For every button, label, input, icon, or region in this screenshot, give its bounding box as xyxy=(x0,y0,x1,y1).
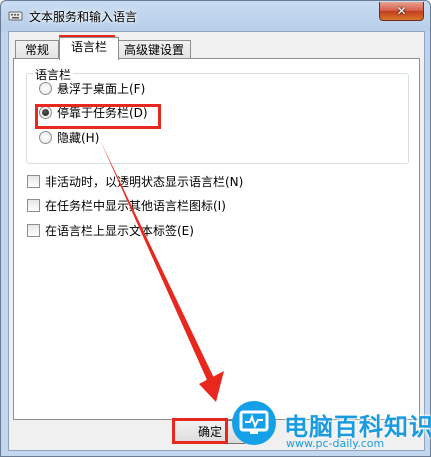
checkbox[interactable] xyxy=(27,198,40,212)
radio-label: 停靠于任务栏(D) xyxy=(57,105,148,120)
dialog-window: 文本服务和输入语言 ✕ 常规 语言栏 高级键设置 语言栏 悬浮于桌面上(F) 停… xyxy=(0,0,431,457)
checkbox[interactable] xyxy=(27,223,40,237)
dialog-client: 常规 语言栏 高级键设置 语言栏 悬浮于桌面上(F) 停靠于任务栏(D) 隐藏(… xyxy=(8,31,425,451)
window-title: 文本服务和输入语言 xyxy=(29,10,138,24)
checkbox-show-extra-icons[interactable]: 在任务栏中显示其他语言栏图标(I) xyxy=(27,197,226,213)
radio-hidden[interactable]: 隐藏(H) xyxy=(39,129,99,145)
radio-button[interactable] xyxy=(39,81,52,95)
checkbox-show-text-labels[interactable]: 在语言栏上显示文本标签(E) xyxy=(27,222,194,238)
radio-button[interactable] xyxy=(39,105,52,119)
close-button[interactable]: ✕ xyxy=(379,2,424,21)
watermark: 电脑百科知识 www.pc-daily.com xyxy=(226,395,431,455)
checkbox[interactable] xyxy=(27,174,40,188)
watermark-url: www.pc-daily.com xyxy=(286,437,385,450)
monitor-icon xyxy=(239,410,269,434)
close-icon: ✕ xyxy=(396,4,407,18)
radio-button[interactable] xyxy=(39,130,52,144)
tab-general[interactable]: 常规 xyxy=(15,40,59,59)
radio-docked-in-taskbar[interactable]: 停靠于任务栏(D) xyxy=(39,104,148,120)
checkbox-label: 在任务栏中显示其他语言栏图标(I) xyxy=(45,198,226,213)
watermark-logo xyxy=(232,401,276,445)
checkbox-label: 非活动时，以透明状态显示语言栏(N) xyxy=(45,174,244,189)
radio-float-on-desktop[interactable]: 悬浮于桌面上(F) xyxy=(39,80,145,96)
tab-panel-language-bar: 语言栏 悬浮于桌面上(F) 停靠于任务栏(D) 隐藏(H) 非活动时，以透明状态… xyxy=(13,58,420,420)
tab-advanced-key-settings[interactable]: 高级键设置 xyxy=(117,40,191,59)
checkbox-label: 在语言栏上显示文本标签(E) xyxy=(45,223,194,238)
tab-language-bar[interactable]: 语言栏 xyxy=(59,37,119,60)
radio-label: 隐藏(H) xyxy=(57,130,100,145)
checkbox-transparent-when-inactive[interactable]: 非活动时，以透明状态显示语言栏(N) xyxy=(27,173,243,189)
language-bar-group: 语言栏 悬浮于桌面上(F) 停靠于任务栏(D) 隐藏(H) xyxy=(26,66,409,164)
title-bar[interactable]: 文本服务和输入语言 ✕ xyxy=(1,1,430,31)
radio-label: 悬浮于桌面上(F) xyxy=(57,81,146,96)
keyboard-icon xyxy=(8,11,23,21)
